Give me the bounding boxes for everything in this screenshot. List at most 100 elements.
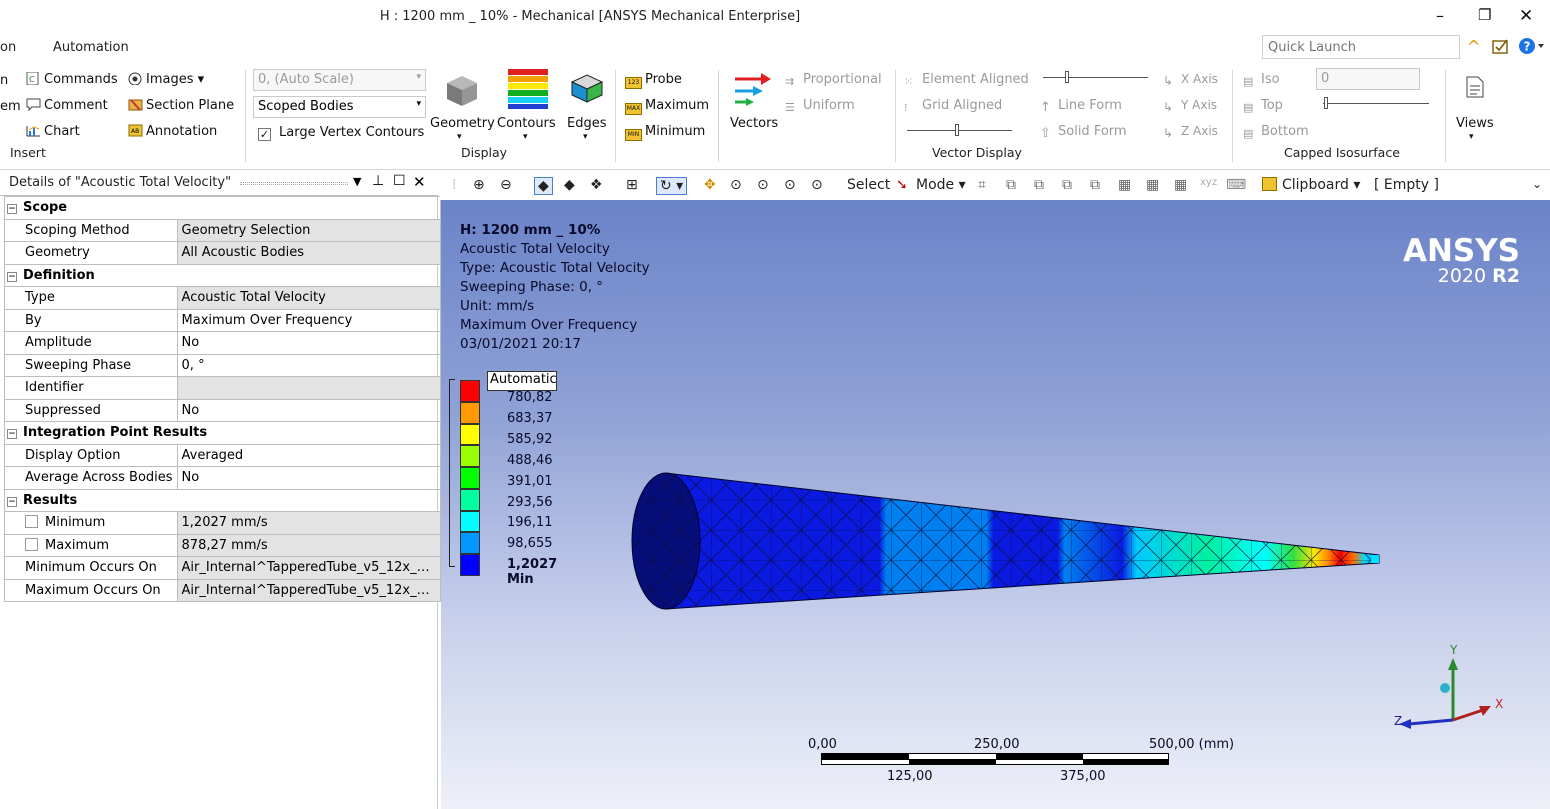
detail-value[interactable]: Maximum Over Frequency xyxy=(176,308,441,332)
detail-row[interactable]: Type Acoustic Total Velocity xyxy=(4,286,441,310)
clipboard-dropdown[interactable]: Clipboard ▾ xyxy=(1262,177,1360,193)
tab-solution[interactable]: on xyxy=(0,40,16,55)
pan-icon[interactable]: ✥ xyxy=(704,177,716,193)
detail-value[interactable] xyxy=(176,376,441,400)
detail-value[interactable]: No xyxy=(176,466,441,490)
detail-value[interactable]: Acoustic Total Velocity xyxy=(176,286,441,310)
images-button[interactable]: Images ▾ xyxy=(128,72,204,87)
detail-value[interactable]: All Acoustic Bodies xyxy=(176,241,441,265)
line-form-button[interactable]: ↑ Line Form xyxy=(1040,98,1122,115)
detail-row[interactable]: Minimum Occurs On Air_Internal^TapperedTu… xyxy=(4,556,441,580)
rotate-icon[interactable]: ↻ ▾ xyxy=(656,177,688,195)
section-row[interactable]: − Definition xyxy=(4,263,441,287)
graphics-viewport[interactable]: H: 1200 mm _ 10% Acoustic Total Velocity… xyxy=(441,200,1550,809)
detail-row[interactable]: Scoping Method Geometry Selection xyxy=(4,218,441,242)
wireframe-icon[interactable]: ❖ xyxy=(590,177,603,193)
detail-row[interactable]: Minimum 1,2027 mm/s xyxy=(4,511,441,535)
scope-dropdown[interactable]: Scoped Bodies ▾ xyxy=(253,96,426,118)
detail-row[interactable]: Amplitude No xyxy=(4,331,441,355)
element-aligned-button[interactable]: ⁙ Element Aligned xyxy=(904,72,1029,88)
section-row[interactable]: − Integration Point Results xyxy=(4,421,441,445)
select-mesh-icon[interactable]: ▦ xyxy=(1174,177,1187,193)
show-vertices-icon[interactable]: ⊞ xyxy=(626,177,638,193)
pin-icon[interactable]: ⊥ xyxy=(372,173,384,189)
commands-button[interactable]: C Commands xyxy=(26,72,118,87)
zoom-to-fit-icon[interactable]: ⊙ xyxy=(784,177,796,193)
feedback-icon[interactable] xyxy=(1491,38,1511,56)
top-button[interactable]: ▤ Top xyxy=(1243,98,1283,114)
cursor-icon[interactable]: ➘ xyxy=(896,177,908,193)
tab-automation[interactable]: Automation xyxy=(53,40,129,55)
select-vertex-icon[interactable]: ⌗ xyxy=(978,177,986,193)
y-axis-button[interactable]: ↳ Y Axis xyxy=(1163,98,1217,114)
coordinate-icon[interactable]: xyz xyxy=(1200,177,1217,188)
select-element-face-icon[interactable]: ▦ xyxy=(1118,177,1131,193)
minimum-probe-button[interactable]: MIN Minimum xyxy=(625,124,705,141)
detail-value[interactable]: Averaged xyxy=(176,443,441,467)
detail-row[interactable]: Suppressed No xyxy=(4,398,441,422)
maximize-pane-icon[interactable]: ☐ xyxy=(393,173,406,189)
dropdown-icon[interactable]: ▼ xyxy=(353,175,361,188)
select-body-icon[interactable]: ⧉ xyxy=(1062,177,1072,193)
comment-button[interactable]: Comment xyxy=(26,98,108,113)
tube-model[interactable] xyxy=(441,200,1550,809)
zoom-icon[interactable]: ⊙ xyxy=(730,177,742,193)
detail-row[interactable]: Maximum Occurs On Air_Internal^TapperedTu… xyxy=(4,578,441,602)
select-face-icon[interactable]: ⧉ xyxy=(1034,177,1044,193)
detail-value[interactable]: 0, ° xyxy=(176,353,441,377)
grid-aligned-button[interactable]: ⁝ Grid Aligned xyxy=(904,98,1002,114)
section-plane-button[interactable]: Section Plane xyxy=(128,98,234,113)
close-pane-icon[interactable]: ✕ xyxy=(413,173,426,191)
probe-button[interactable]: 123 Probe xyxy=(625,72,682,89)
close-icon[interactable]: ✕ xyxy=(1519,6,1533,26)
large-vertex-checkbox[interactable]: ✓ Large Vertex Contours xyxy=(258,125,424,141)
parameter-checkbox[interactable] xyxy=(25,537,38,551)
detail-row[interactable]: Display Option Averaged xyxy=(4,443,441,467)
collapse-icon[interactable]: − xyxy=(7,204,17,215)
detail-row[interactable]: Average Across Bodies No xyxy=(4,466,441,490)
annotation-button[interactable]: AB Annotation xyxy=(128,124,217,139)
chart-button[interactable]: Chart xyxy=(26,124,80,139)
select-edge-icon[interactable]: ⧉ xyxy=(1006,177,1016,193)
detail-value[interactable]: Air_Internal^TapperedTube_v5_12x_10... xyxy=(176,556,441,580)
detail-value[interactable]: Air_Internal^TapperedTube_v5_12x_10... xyxy=(176,578,441,602)
help-icon[interactable]: ? xyxy=(1518,37,1546,55)
detail-value[interactable]: Geometry Selection xyxy=(176,218,441,242)
scale-dropdown[interactable]: 0, (Auto Scale) ▾ xyxy=(253,69,426,91)
axis-triad[interactable]: Y X Z xyxy=(1391,640,1511,740)
solid-form-button[interactable]: ⇧ Solid Form xyxy=(1040,124,1127,141)
maximum-probe-button[interactable]: MAX Maximum xyxy=(625,98,709,115)
detail-value[interactable]: 878,27 mm/s xyxy=(176,533,441,557)
extend-icon[interactable]: ⌨ xyxy=(1226,177,1246,193)
x-axis-button[interactable]: ↳ X Axis xyxy=(1163,72,1218,88)
bottom-button[interactable]: ▤ Bottom xyxy=(1243,124,1309,140)
minimize-icon[interactable]: – xyxy=(1436,6,1444,25)
detail-row[interactable]: Geometry All Acoustic Bodies xyxy=(4,241,441,265)
collapse-icon[interactable]: − xyxy=(7,271,17,282)
collapse-icon[interactable]: − xyxy=(7,496,17,507)
restore-icon[interactable]: ❐ xyxy=(1478,6,1491,24)
section-row[interactable]: − Results xyxy=(4,488,441,512)
collapse-icon[interactable]: − xyxy=(7,429,17,440)
shaded-edges-icon[interactable]: ◆ xyxy=(534,177,553,195)
section-row[interactable]: − Scope xyxy=(4,196,441,220)
select-element-icon[interactable]: ▦ xyxy=(1146,177,1159,193)
shaded-icon[interactable]: ◆ xyxy=(564,177,575,193)
z-axis-button[interactable]: ↳ Z Axis xyxy=(1163,124,1218,140)
detail-row[interactable]: Identifier xyxy=(4,376,441,400)
select-mode-dropdown[interactable]: Mode ▾ xyxy=(916,177,966,193)
detail-row[interactable]: By Maximum Over Frequency xyxy=(4,308,441,332)
detail-row[interactable]: Maximum 878,27 mm/s xyxy=(4,533,441,557)
parameter-checkbox[interactable] xyxy=(25,515,38,529)
detail-value[interactable]: No xyxy=(176,331,441,355)
detail-row[interactable]: Sweeping Phase 0, ° xyxy=(4,353,441,377)
magnifier-icon[interactable]: ⊙ xyxy=(811,177,823,193)
uniform-button[interactable]: ☰ Uniform xyxy=(785,98,855,114)
iso-value-input[interactable]: 0 xyxy=(1316,68,1420,90)
detail-value[interactable]: No xyxy=(176,398,441,422)
zoom-out-icon[interactable]: ⊖ xyxy=(500,177,512,193)
box-zoom-icon[interactable]: ⊙ xyxy=(757,177,769,193)
iso-button[interactable]: ▤ Iso xyxy=(1243,72,1280,88)
quick-launch-input[interactable] xyxy=(1262,35,1460,59)
zoom-in-icon[interactable]: ⊕ xyxy=(473,177,485,193)
